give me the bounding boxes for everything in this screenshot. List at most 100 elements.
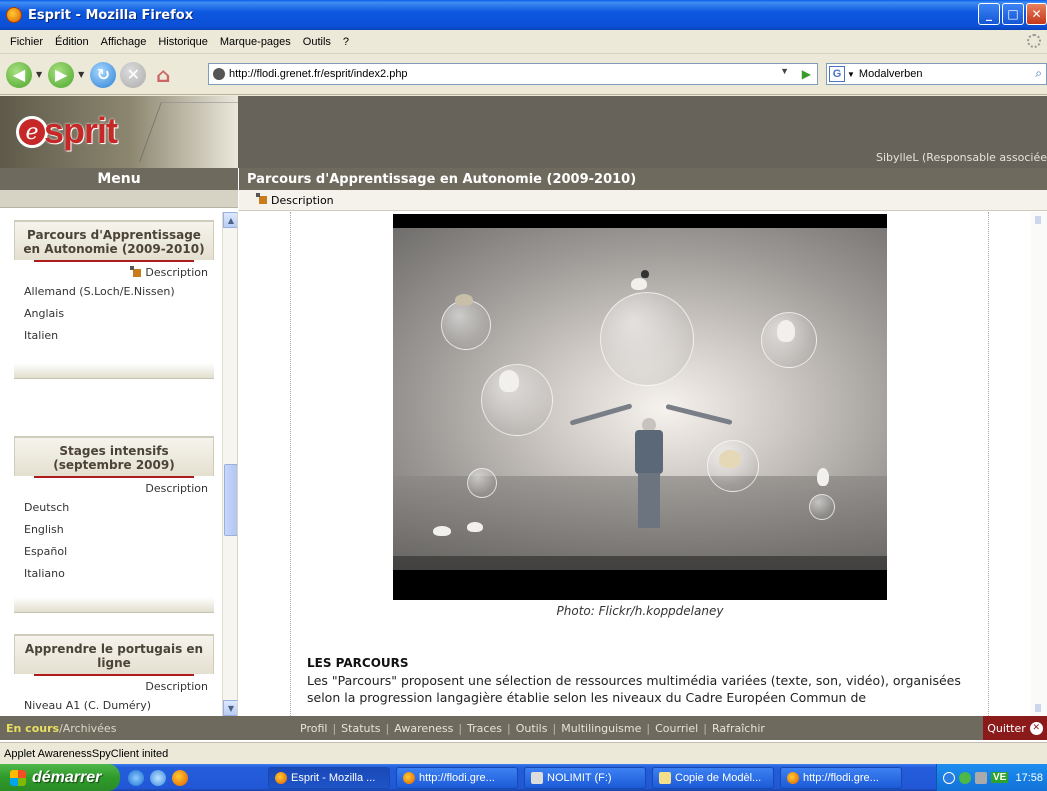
sidebar-item-espanol[interactable]: Español [14, 541, 214, 563]
close-icon: ✕ [1029, 721, 1043, 735]
firefox-launch-icon[interactable] [172, 769, 188, 786]
drive-icon [531, 771, 543, 784]
tray-network-icon[interactable] [959, 771, 971, 784]
left-arm [569, 403, 633, 426]
sidebar-description-link[interactable]: Description [14, 478, 214, 497]
tray-ve-icon[interactable]: VE [991, 772, 1009, 783]
maximize-button[interactable]: □ [1002, 3, 1024, 25]
url-bar[interactable]: http://flodi.grenet.fr/esprit/index2.php… [208, 63, 818, 85]
search-engine-icon[interactable]: G [829, 66, 845, 82]
separator: | [646, 721, 651, 735]
menu-historique[interactable]: Historique [158, 36, 208, 48]
bubble-7 [809, 494, 835, 520]
tray-usb-icon[interactable] [975, 771, 987, 784]
tab-description-label: Description [271, 193, 334, 207]
ie-icon[interactable] [128, 769, 144, 786]
bubbles-photo [393, 214, 887, 600]
forward-button[interactable]: ▶ [48, 61, 75, 88]
forward-history-dropdown-icon[interactable]: ▼ [78, 70, 84, 79]
taskbar-item-copie[interactable]: Copie de Modèl... [652, 766, 774, 789]
close-button[interactable]: ✕ [1026, 3, 1047, 25]
task-label: http://flodi.gre... [419, 771, 495, 784]
search-icon[interactable]: ⌕ [1035, 66, 1042, 81]
tab-description[interactable]: Description [256, 193, 334, 207]
quit-label: Quitter [987, 721, 1026, 735]
taskbar-item-esprit[interactable]: Esprit - Mozilla ... [268, 766, 390, 789]
sidebar-box-footer [14, 597, 214, 613]
window-title-bar[interactable]: Esprit - Mozilla Firefox _ □ ✕ [0, 0, 1047, 30]
link-awareness[interactable]: Awareness [394, 722, 453, 735]
ie-alt-icon[interactable] [150, 769, 166, 786]
course-state: En cours/Archivées [0, 722, 300, 735]
link-multilinguisme[interactable]: Multilinguisme [561, 722, 641, 735]
state-archived-link[interactable]: /Archivées [59, 722, 116, 735]
start-button[interactable]: démarrer [0, 764, 120, 791]
link-outils[interactable]: Outils [516, 722, 548, 735]
menu-edition[interactable]: Édition [55, 36, 89, 48]
separator: | [458, 721, 463, 735]
url-text[interactable]: http://flodi.grenet.fr/esprit/index2.php [229, 68, 408, 80]
search-engine-dropdown-icon[interactable]: ▼ [847, 70, 855, 79]
scroll-down-icon[interactable]: ▼ [223, 700, 237, 716]
content-border-left [290, 212, 291, 716]
sidebar-item-allemand[interactable]: Allemand (S.Loch/E.Nissen) [14, 281, 214, 303]
sidebar-description-link[interactable]: Description [14, 676, 214, 695]
scroll-up-icon[interactable] [1035, 216, 1041, 224]
bubble-1 [441, 300, 491, 350]
go-icon[interactable]: ▶ [802, 67, 811, 81]
tray-back-icon[interactable] [943, 771, 955, 784]
sidebar-item-anglais[interactable]: Anglais [14, 303, 214, 325]
back-history-dropdown-icon[interactable]: ▼ [36, 70, 42, 79]
system-tray: VE 17:58 [936, 764, 1047, 791]
link-rafraichir[interactable]: Rafraîchir [712, 722, 765, 735]
taskbar-item-nolimit[interactable]: NOLIMIT (F:) [524, 766, 646, 789]
task-label: Esprit - Mozilla ... [291, 771, 376, 784]
clock[interactable]: 17:58 [1015, 772, 1043, 784]
url-dropdown-icon[interactable]: ▼ [780, 66, 789, 76]
link-courriel[interactable]: Courriel [655, 722, 698, 735]
menu-affichage[interactable]: Affichage [101, 36, 147, 48]
section-title: LES PARCOURS [307, 656, 409, 670]
sidebar-item-english[interactable]: English [14, 519, 214, 541]
bubble-6 [467, 468, 497, 498]
search-bar[interactable]: G ▼ Modalverben ⌕ [826, 63, 1047, 85]
scroll-down-icon[interactable] [1035, 704, 1041, 712]
link-profil[interactable]: Profil [300, 722, 327, 735]
sidebar-item-italien[interactable]: Italien [14, 325, 214, 347]
back-button[interactable]: ◀ [6, 61, 32, 88]
content-scrollbar[interactable] [1031, 212, 1047, 716]
taskbar-item-flodi-1[interactable]: http://flodi.gre... [396, 766, 518, 789]
state-current-link[interactable]: En cours [6, 722, 59, 735]
scroll-thumb[interactable] [224, 464, 237, 536]
minimize-button[interactable]: _ [978, 3, 1000, 25]
link-statuts[interactable]: Statuts [341, 722, 380, 735]
search-input[interactable]: Modalverben [859, 68, 923, 80]
scroll-up-icon[interactable]: ▲ [223, 212, 237, 228]
firefox-icon [275, 771, 287, 784]
link-traces[interactable]: Traces [467, 722, 502, 735]
sidebar-item-niveau-a1[interactable]: Niveau A1 (C. Duméry) [14, 695, 214, 716]
menu-outils[interactable]: Outils [303, 36, 331, 48]
sidebar-item-italiano[interactable]: Italiano [14, 563, 214, 585]
windows-flag-icon [10, 769, 26, 786]
sidebar-box-title[interactable]: Stages intensifs (septembre 2009) [14, 437, 214, 476]
logo-sketch [139, 102, 238, 162]
menu-help[interactable]: ? [343, 36, 349, 48]
quit-button[interactable]: Quitter ✕ [983, 716, 1047, 740]
sidebar-box-stages: Stages intensifs (septembre 2009) Descri… [14, 436, 214, 613]
sidebar-box-title[interactable]: Apprendre le portugais en ligne [14, 635, 214, 674]
taskbar-item-flodi-2[interactable]: http://flodi.gre... [780, 766, 902, 789]
ibis-head [641, 270, 649, 278]
window-controls: _ □ ✕ [978, 3, 1047, 25]
stop-button[interactable]: ✕ [120, 61, 147, 88]
stork-water-1 [433, 526, 451, 536]
reload-button[interactable]: ↻ [90, 61, 117, 88]
site-identity-icon[interactable] [213, 68, 225, 80]
menu-marque-pages[interactable]: Marque-pages [220, 36, 291, 48]
home-button[interactable]: ⌂ [150, 62, 176, 88]
sidebar-box-title[interactable]: Parcours d'Apprentissage en Autonomie (2… [14, 221, 214, 260]
menu-fichier[interactable]: Fichier [10, 36, 43, 48]
sidebar-description-link[interactable]: Description [14, 262, 214, 281]
sidebar-scrollbar[interactable]: ▲ ▼ [222, 212, 237, 716]
sidebar-item-deutsch[interactable]: Deutsch [14, 497, 214, 519]
